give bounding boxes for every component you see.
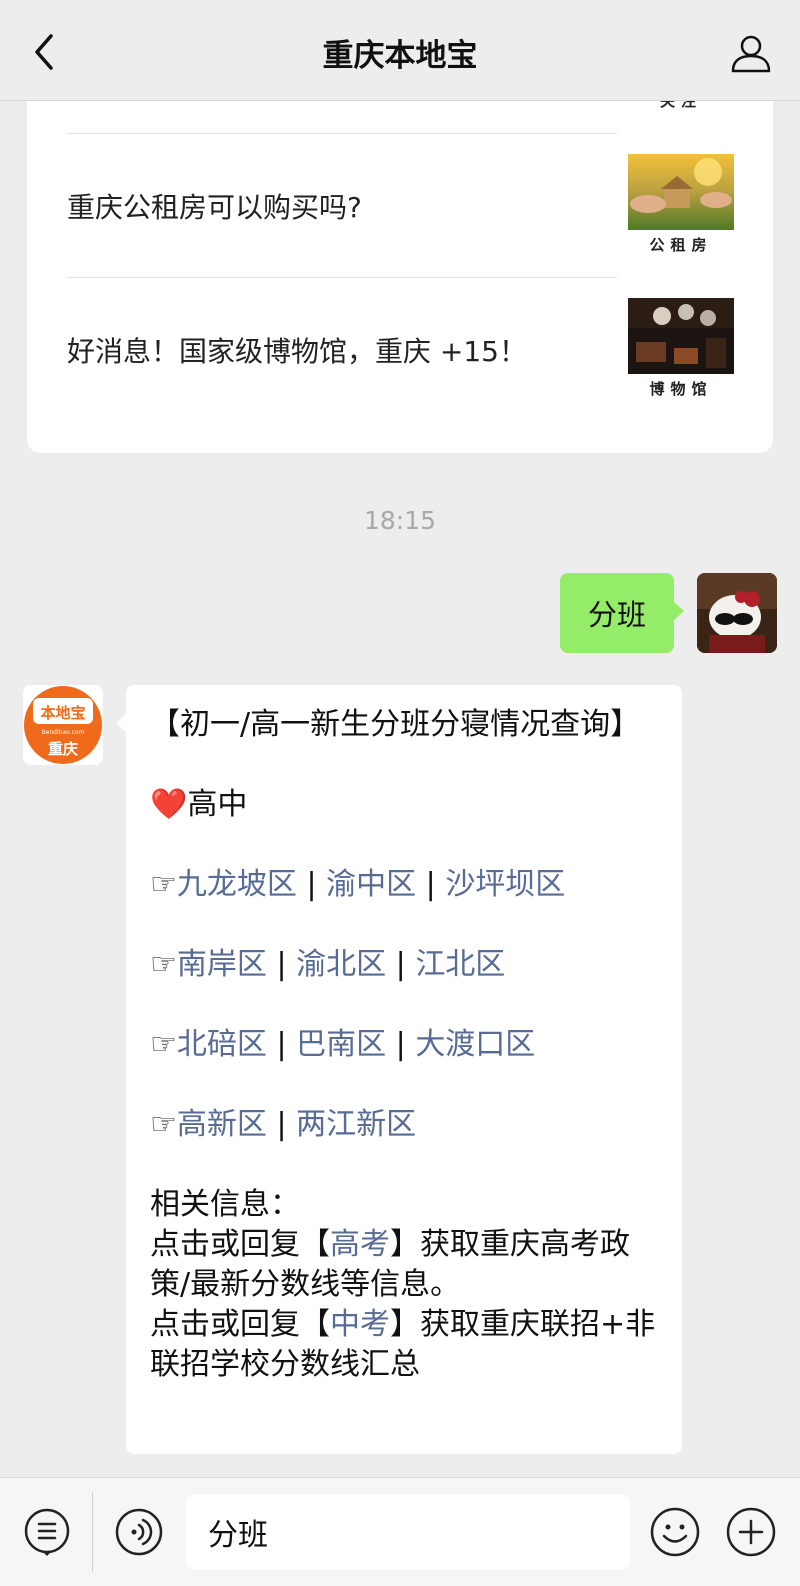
district-row: ☞北碚区 | 巴南区 | 大渡口区 — [150, 1025, 670, 1065]
district-link[interactable]: 北碚区 — [177, 1027, 267, 1062]
pointing-hand-icon: ☞ — [150, 867, 177, 902]
message-input[interactable]: 分班 — [186, 1494, 630, 1570]
page-title: 重庆本地宝 — [322, 38, 478, 74]
article-tag: 公租房 — [649, 236, 713, 254]
pointing-hand-icon: ☞ — [150, 1027, 177, 1062]
voice-button[interactable] — [112, 1505, 166, 1559]
article-thumbnail — [628, 298, 734, 374]
voice-icon — [115, 1508, 163, 1556]
zhongkao-link[interactable]: 中考 — [330, 1307, 390, 1342]
divider — [92, 1492, 93, 1572]
line-text: 点击或回复【 — [150, 1307, 330, 1342]
menu-button[interactable] — [20, 1505, 74, 1559]
chat-header: 重庆本地宝 — [0, 0, 800, 101]
bubble-tail — [673, 601, 684, 621]
pointing-hand-icon: ☞ — [150, 1107, 177, 1142]
sent-message-bubble[interactable]: 分班 — [560, 573, 684, 653]
gaokao-link[interactable]: 高考 — [330, 1227, 390, 1262]
article-item[interactable]: 好消息！国家级博物馆，重庆 +15！ 博物馆 — [27, 278, 773, 422]
district-link[interactable]: 高新区 — [177, 1107, 267, 1142]
more-button[interactable] — [724, 1505, 778, 1559]
separator: | — [425, 867, 436, 902]
article-title: 好消息！国家级博物馆，重庆 +15！ — [67, 335, 527, 368]
article-thumbnail — [628, 154, 734, 230]
related-line-zhongkao: 点击或回复【中考】获取重庆联招+非联招学校分数线汇总 — [150, 1305, 670, 1385]
separator: | — [276, 947, 287, 982]
article-item[interactable]: 重庆公租房可以购买吗? 公租房 — [27, 134, 773, 278]
related-line-gaokao: 点击或回复【高考】获取重庆高考政策/最新分数线等信息。 — [150, 1225, 670, 1305]
separator: | — [395, 947, 406, 982]
district-link[interactable]: 南岸区 — [177, 947, 267, 982]
section-label: 高中 — [187, 787, 248, 822]
section-heading: ❤️高中 — [150, 785, 670, 825]
district-link[interactable]: 九龙坡区 — [177, 867, 297, 902]
district-link[interactable]: 两江新区 — [296, 1107, 416, 1142]
reply-title: 【初一/高一新生分班分寝情况查询】 — [150, 707, 641, 742]
my-avatar[interactable] — [697, 573, 777, 653]
bot-avatar-mid-text: Bendibao.com — [42, 729, 85, 736]
plus-icon — [726, 1507, 776, 1557]
district-link[interactable]: 江北区 — [415, 947, 505, 982]
district-link[interactable]: 巴南区 — [296, 1027, 386, 1062]
district-link[interactable]: 渝北区 — [296, 947, 386, 982]
back-button[interactable] — [24, 32, 64, 72]
separator: | — [276, 1107, 287, 1142]
separator: | — [306, 867, 317, 902]
sent-message-text: 分班 — [587, 598, 646, 632]
district-row: ☞九龙坡区 | 渝中区 | 沙坪坝区 — [150, 865, 670, 905]
emoji-button[interactable] — [648, 1505, 702, 1559]
bot-avatar-top-text: 本地宝 — [40, 704, 85, 722]
bot-avatar[interactable]: 本地宝 Bendibao.com 重庆 — [23, 685, 103, 765]
bot-avatar-bottom-text: 重庆 — [48, 740, 78, 758]
related-label: 相关信息： — [150, 1187, 300, 1222]
separator: | — [276, 1027, 287, 1062]
bubble-tail — [116, 713, 127, 733]
article-tag: 博物馆 — [649, 380, 713, 398]
menu-list-icon — [24, 1508, 70, 1556]
reply-content: 【初一/高一新生分班分寝情况查询】 ❤️高中 ☞九龙坡区 | 渝中区 | 沙坪坝… — [150, 705, 670, 1385]
smiley-icon — [650, 1507, 700, 1557]
line-text: 点击或回复【 — [150, 1227, 330, 1262]
article-title: 重庆公租房可以购买吗? — [67, 191, 362, 224]
heart-icon: ❤️ — [150, 787, 188, 822]
district-link[interactable]: 大渡口区 — [415, 1027, 535, 1062]
profile-button[interactable] — [728, 30, 774, 76]
input-bar: 分班 — [0, 1477, 800, 1586]
separator: | — [395, 1027, 406, 1062]
pointing-hand-icon: ☞ — [150, 947, 177, 982]
user-icon — [731, 35, 771, 73]
district-row: ☞高新区 | 两江新区 — [150, 1105, 670, 1145]
district-link[interactable]: 沙坪坝区 — [445, 867, 565, 902]
received-message-bubble: 【初一/高一新生分班分寝情况查询】 ❤️高中 ☞九龙坡区 | 渝中区 | 沙坪坝… — [116, 685, 682, 1454]
chat-timestamp: 18:15 — [363, 506, 437, 535]
district-row: ☞南岸区 | 渝北区 | 江北区 — [150, 945, 670, 985]
chevron-left-icon — [35, 34, 53, 70]
district-link[interactable]: 渝中区 — [326, 867, 416, 902]
article-card: 造成... 关注 重庆公租房可以购买吗? — [27, 60, 773, 453]
